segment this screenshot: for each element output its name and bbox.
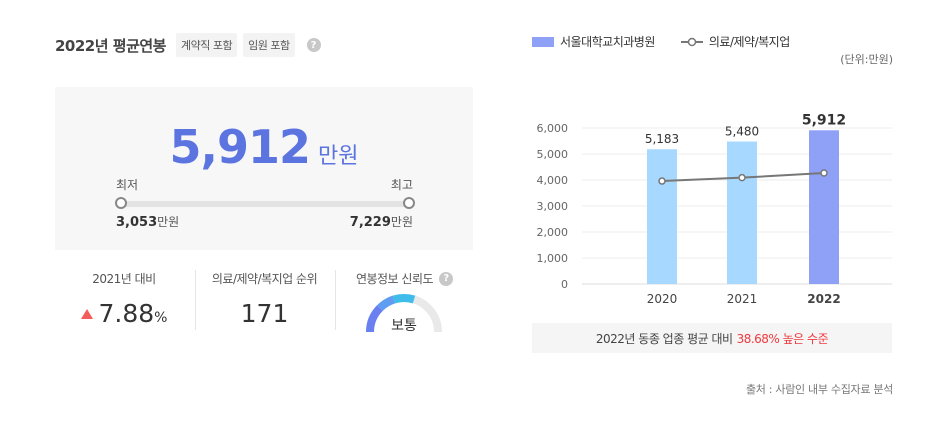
tag-contract: 계약직 포함 <box>175 33 238 57</box>
growth-label: 2021년 대비 <box>92 272 156 286</box>
reliability-label-row: 연봉정보 신뢰도? <box>336 270 473 287</box>
x-tick-label: 2022 <box>807 292 840 306</box>
chart-y-axis: 0 1,000 2,000 3,000 4,000 5,000 6,000 <box>537 122 569 291</box>
average-salary-value: 5,912 <box>169 120 312 174</box>
salary-range-track <box>121 201 409 207</box>
bar <box>647 149 677 284</box>
line-point <box>658 177 666 185</box>
average-salary-panel: 5,912 만원 최저 최고 3,053만원 7,229만원 <box>55 87 473 250</box>
salary-header: 2022년 평균연봉 계약직 포함 임원 포함 ? <box>55 33 321 57</box>
up-arrow-icon <box>80 309 93 319</box>
growth-unit: % <box>154 310 168 326</box>
x-tick-label: 2021 <box>727 292 758 306</box>
y-tick-label: 6,000 <box>537 122 569 135</box>
chart-bars: 5,183 5,480 5,912 <box>645 112 846 284</box>
range-max-marker <box>403 197 415 209</box>
reliability-value: 보통 <box>391 318 417 334</box>
max-label: 최고 <box>390 178 413 192</box>
legend-item-bar: 서울대학교치과병원 <box>532 33 655 50</box>
line-point <box>738 173 746 182</box>
source-note: 출처 : 사람인 내부 수집자료 분석 <box>745 383 893 396</box>
average-salary-unit: 만원 <box>318 144 359 169</box>
x-tick-label: 2020 <box>647 292 678 306</box>
growth-stat: 2021년 대비 7.88% <box>55 270 193 330</box>
average-salary: 5,912 만원 <box>55 120 473 174</box>
y-tick-label: 1,000 <box>537 252 569 265</box>
max-salary-value: 7,229 <box>349 215 391 230</box>
growth-value-row: 7.88% <box>55 299 193 328</box>
line-point <box>820 169 828 177</box>
min-salary-unit: 만원 <box>157 215 180 229</box>
max-salary: 7,229만원 <box>350 213 413 230</box>
bar-value-label: 5,183 <box>645 132 679 146</box>
growth-value: 7.88 <box>98 299 155 328</box>
tag-executive: 임원 포함 <box>243 33 295 57</box>
min-salary-value: 3,053 <box>116 215 158 230</box>
max-salary-unit: 만원 <box>390 215 413 229</box>
rank-label: 의료/제약/복지업 순위 <box>211 272 318 286</box>
legend-item-line: 의료/제약/복지업 <box>680 33 790 50</box>
bar-value-label: 5,912 <box>802 112 846 128</box>
rank-value: 171 <box>240 299 289 328</box>
reliability-stat: 연봉정보 신뢰도? 보통 <box>335 270 473 334</box>
salary-chart: 0 1,000 2,000 3,000 4,000 5,000 6,000 5,183 5,4… <box>537 112 892 306</box>
legend-bar-label: 서울대학교치과병원 <box>560 35 655 49</box>
help-icon[interactable]: ? <box>439 271 454 286</box>
y-tick-label: 5,000 <box>537 148 569 161</box>
page-title: 2022년 평균연봉 <box>55 36 166 55</box>
chart-x-axis: 2020 2021 2022 <box>647 292 841 306</box>
y-tick-label: 0 <box>561 278 568 291</box>
y-tick-label: 4,000 <box>537 174 569 187</box>
unit-note: (단위:만원) <box>840 53 893 66</box>
chart-legend: 서울대학교치과병원 의료/제약/복지업 <box>532 33 816 50</box>
y-tick-label: 2,000 <box>537 226 569 239</box>
rank-stat: 의료/제약/복지업 순위 171 <box>195 270 333 330</box>
gauge-segment-low <box>366 305 383 333</box>
min-salary: 3,053만원 <box>116 213 179 230</box>
help-icon[interactable]: ? <box>306 38 321 52</box>
industry-comparison: 2022년 동종 업종 평균 대비 38.68% 높은 수준 <box>532 323 892 353</box>
reliability-label: 연봉정보 신뢰도 <box>355 272 434 286</box>
comparison-highlight: 38.68% 높은 수준 <box>736 331 829 346</box>
comparison-text: 2022년 동종 업종 평균 대비 <box>595 331 733 346</box>
gauge-segment-mid-low <box>377 295 396 311</box>
legend-bar-swatch <box>532 36 554 47</box>
gauge-segment-mid <box>392 294 416 304</box>
min-label: 최저 <box>116 178 139 192</box>
bar <box>727 141 757 284</box>
range-min-marker <box>115 197 127 209</box>
bar <box>809 130 839 284</box>
legend-line-swatch <box>680 37 703 46</box>
bar-value-label: 5,480 <box>725 125 759 139</box>
legend-line-label: 의료/제약/복지업 <box>708 35 790 49</box>
reliability-gauge: 보통 <box>366 294 442 334</box>
y-tick-label: 3,000 <box>537 200 569 213</box>
